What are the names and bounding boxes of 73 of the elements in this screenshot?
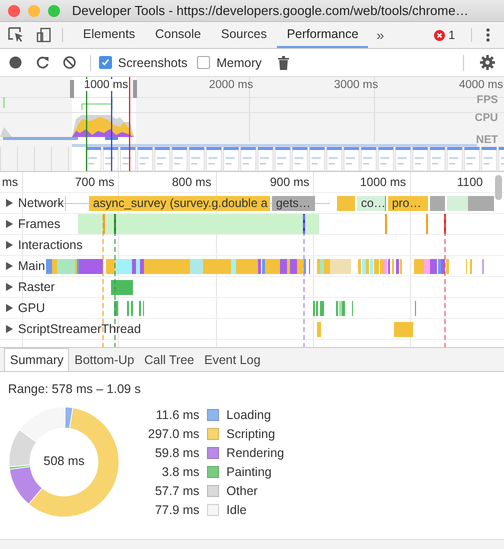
checkmark-icon	[101, 58, 110, 67]
error-count[interactable]: 1	[448, 28, 455, 42]
details-tab[interactable]: Call Tree	[139, 348, 200, 371]
time-ruler-label: 800 ms	[172, 175, 212, 189]
expand-triangle-icon[interactable]	[6, 241, 13, 249]
checkbox[interactable]	[99, 56, 112, 69]
reload-icon[interactable]	[36, 56, 49, 69]
expand-triangle-icon[interactable]	[6, 304, 13, 312]
track-label[interactable]: Frames	[18, 217, 60, 231]
details-tab[interactable]: Event Log	[199, 348, 266, 371]
details-tab[interactable]: Summary	[4, 348, 70, 371]
network-request-bar[interactable]: co…	[357, 196, 385, 211]
error-icon	[434, 30, 446, 40]
time-value: 11.6 ms	[154, 408, 200, 422]
details-tab[interactable]: Bottom-Up	[69, 348, 140, 371]
lane-label: CPU	[474, 112, 498, 124]
track-label[interactable]: Main	[18, 259, 46, 273]
network-request-bar[interactable]: async_survey (survey.g.double a	[89, 196, 269, 211]
time-ruler-label: 900 ms	[270, 175, 310, 189]
time-ruler-label: ms	[2, 175, 18, 189]
track-label[interactable]: Interactions	[18, 238, 83, 252]
expand-triangle-icon[interactable]	[6, 199, 13, 207]
lane-label: FPS	[476, 94, 498, 106]
legend-label: Scripting	[226, 426, 276, 440]
panel-tab[interactable]: Sources	[210, 22, 277, 48]
more-tabs-button[interactable]: »	[368, 22, 392, 48]
time-value: 297.0 ms	[148, 426, 200, 440]
time-ruler-label: 1000 ms	[360, 175, 406, 189]
lane-label: NET	[476, 134, 498, 146]
range-handle[interactable]	[70, 80, 74, 98]
trash-icon[interactable]	[278, 56, 289, 70]
checkbox-label[interactable]: Memory	[216, 56, 262, 70]
time-ruler-label: 1100	[457, 175, 483, 189]
close-window-button[interactable]	[8, 4, 20, 16]
range-text: Range: 578 ms – 1.09 s	[8, 382, 142, 396]
time-value: 57.7 ms	[154, 484, 200, 498]
time-tick-label: 1000 ms	[84, 79, 128, 91]
panel-tab[interactable]: Console	[145, 22, 211, 48]
legend-label: Painting	[226, 464, 273, 478]
time-tick-label: 4000 ms	[459, 79, 504, 91]
expand-triangle-icon[interactable]	[6, 325, 13, 333]
legend-label: Other	[226, 484, 259, 498]
track-label[interactable]: ScriptStreamerThread	[18, 322, 141, 336]
time-tick-label: 3000 ms	[334, 79, 378, 91]
inspect-element-icon[interactable]	[8, 27, 24, 43]
track-label[interactable]: Raster	[18, 280, 55, 294]
range-handle[interactable]	[133, 80, 137, 98]
expand-triangle-icon[interactable]	[6, 262, 13, 270]
track-label[interactable]: GPU	[18, 301, 46, 315]
window-title: Developer Tools - https://developers.google.com/web/tools/chrome…	[72, 3, 468, 18]
time-value: 3.8 ms	[160, 464, 200, 478]
legend-label: Loading	[226, 408, 272, 422]
settings-icon[interactable]	[480, 55, 495, 70]
raster-drawing	[111, 277, 133, 297]
more-options-icon[interactable]	[486, 28, 490, 42]
expand-triangle-icon[interactable]	[6, 283, 13, 291]
legend-label: Rendering	[226, 446, 284, 460]
time-ruler-label: 700 ms	[75, 175, 114, 189]
expand-triangle-icon[interactable]	[6, 220, 13, 228]
record-button[interactable]	[9, 56, 22, 69]
device-toolbar-icon[interactable]	[36, 27, 52, 43]
total-time: 508 ms	[42, 454, 86, 468]
time-tick-label: 2000 ms	[209, 79, 254, 91]
track-label[interactable]: Network	[18, 196, 64, 210]
scrollbar[interactable]	[495, 175, 502, 200]
time-value: 77.9 ms	[154, 502, 200, 516]
network-request-bar[interactable]: gets…	[272, 196, 315, 211]
checkbox-label[interactable]: Screenshots	[118, 56, 188, 70]
panel-tab[interactable]: Elements	[73, 22, 146, 48]
time-value: 59.8 ms	[154, 446, 200, 460]
legend-label: Idle	[226, 502, 248, 516]
checkbox[interactable]	[197, 56, 210, 69]
clear-icon[interactable]	[63, 56, 76, 69]
